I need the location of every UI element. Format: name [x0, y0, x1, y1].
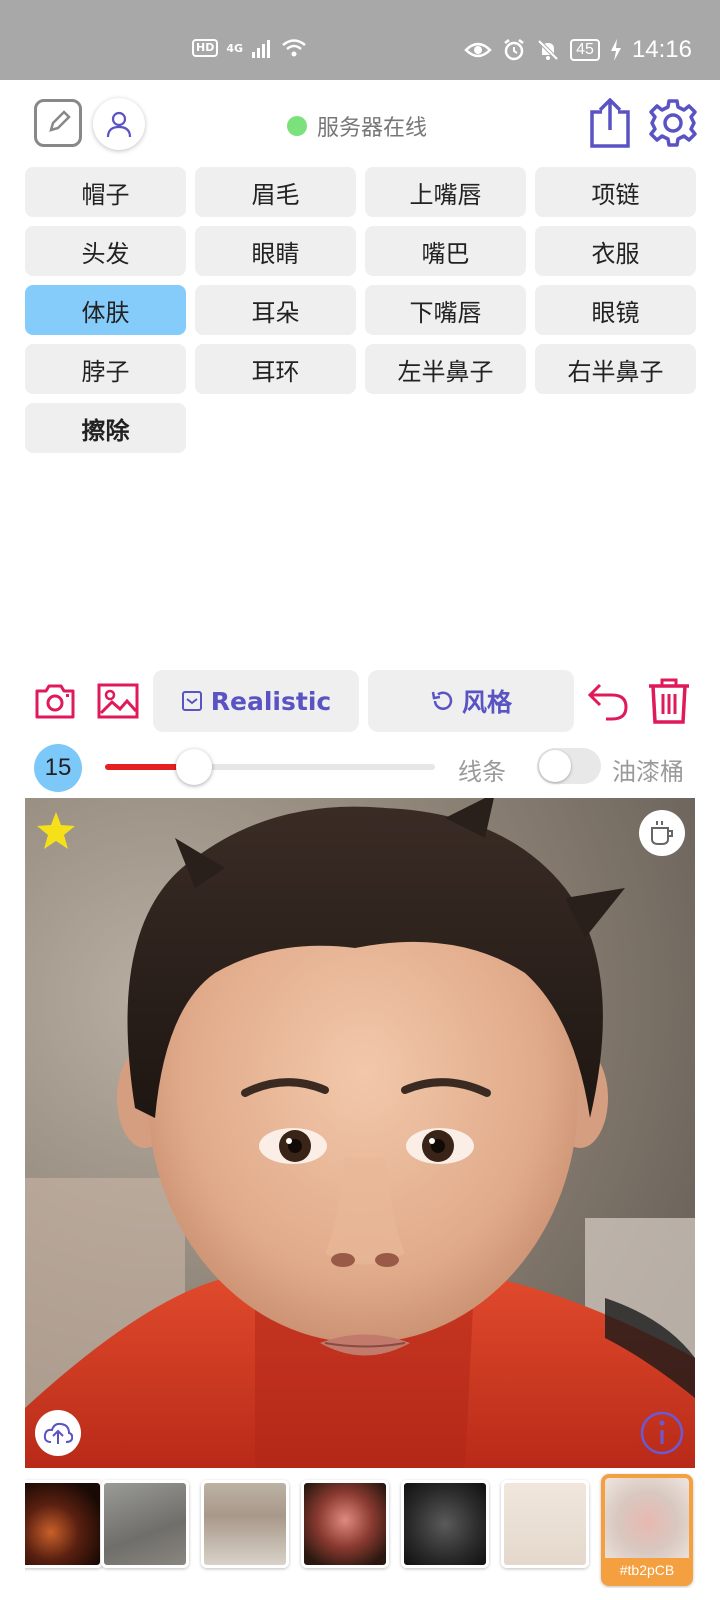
clock: 14:16 — [631, 36, 692, 63]
part-chip[interactable]: 帽子 — [25, 167, 186, 217]
mute-bell-icon — [537, 39, 559, 61]
part-chip[interactable]: 擦除 — [25, 403, 186, 453]
history-thumbnail[interactable] — [501, 1480, 589, 1568]
line-mode-label: 线条 — [458, 758, 506, 786]
generated-image-canvas[interactable] — [25, 798, 695, 1468]
brush-size-badge: 15 — [34, 744, 82, 792]
bucket-toggle[interactable] — [537, 748, 601, 784]
charging-icon — [610, 39, 621, 61]
battery-level: 45 — [570, 39, 600, 61]
part-chip[interactable]: 下嘴唇 — [365, 285, 526, 335]
drawing-toolbar: Realistic 风格 — [0, 668, 720, 734]
signal-icon — [252, 40, 271, 58]
brush-settings: 15 线条 油漆桶 — [0, 742, 720, 792]
part-chip[interactable]: 耳朵 — [195, 285, 356, 335]
upload-button[interactable] — [35, 1410, 81, 1456]
part-chip[interactable]: 左半鼻子 — [365, 344, 526, 394]
eye-icon — [464, 42, 492, 58]
alarm-icon — [504, 39, 524, 61]
part-chip[interactable]: 眉毛 — [195, 167, 356, 217]
user-button[interactable] — [93, 98, 145, 150]
part-chip[interactable]: 脖子 — [25, 344, 186, 394]
status-bar: HD 4G 45 14:16 — [0, 0, 720, 80]
part-chip[interactable]: 头发 — [25, 226, 186, 276]
edit-button[interactable] — [34, 99, 82, 147]
gear-icon[interactable] — [648, 98, 698, 148]
style-label: 风格 — [461, 688, 512, 717]
hd-badge: HD — [192, 39, 219, 57]
part-chip[interactable]: 上嘴唇 — [365, 167, 526, 217]
part-chip[interactable]: 体肤 — [25, 285, 186, 335]
realistic-mode-button[interactable]: Realistic — [153, 670, 359, 732]
cloud-upload-icon — [43, 1422, 73, 1444]
undo-icon[interactable] — [586, 679, 630, 723]
4g-badge: 4G — [226, 41, 244, 55]
info-icon[interactable] — [639, 1410, 685, 1456]
style-button[interactable]: 风格 — [368, 670, 574, 732]
share-icon[interactable] — [588, 98, 632, 148]
part-chip[interactable]: 眼睛 — [195, 226, 356, 276]
thumbnail-preview — [605, 1478, 689, 1566]
part-chip[interactable]: 耳环 — [195, 344, 356, 394]
history-thumbnail[interactable] — [25, 1480, 103, 1568]
rotate-icon — [431, 691, 453, 710]
part-chip[interactable]: 衣服 — [535, 226, 696, 276]
history-thumbnail[interactable] — [401, 1480, 489, 1568]
camera-icon[interactable] — [33, 679, 77, 723]
history-thumbnail[interactable] — [201, 1480, 289, 1568]
bucket-mode-label: 油漆桶 — [612, 758, 684, 786]
coffee-cup-icon — [651, 821, 673, 845]
server-status-dot — [287, 116, 307, 136]
network-indicators: HD 4G — [192, 38, 307, 58]
history-thumbnail[interactable] — [301, 1480, 389, 1568]
server-status: 服务器在线 — [287, 110, 427, 142]
server-status-label: 服务器在线 — [317, 116, 428, 141]
image-icon[interactable] — [96, 679, 140, 723]
portrait-image — [25, 798, 695, 1468]
favorite-star-icon[interactable] — [35, 810, 77, 852]
pen-square-icon — [49, 110, 71, 132]
history-thumbnail-selected[interactable]: #tb2pCB — [601, 1474, 693, 1586]
trash-icon[interactable] — [646, 676, 692, 724]
toggle-knob — [539, 750, 571, 782]
user-icon — [106, 111, 132, 138]
wifi-icon — [282, 39, 306, 57]
part-chip[interactable]: 眼镜 — [535, 285, 696, 335]
history-thumbnail[interactable] — [101, 1480, 189, 1568]
coffee-button[interactable] — [639, 810, 685, 856]
parts-grid: 帽子 眉毛 上嘴唇 项链头发 眼睛 嘴巴 衣服体肤 耳朵 下嘴唇 眼镜脖子 耳环 左半鼻子 右半鼻子擦除 — [25, 167, 696, 453]
top-bar: 服务器在线 — [0, 80, 720, 170]
slider-thumb[interactable] — [176, 749, 213, 785]
part-chip[interactable]: 项链 — [535, 167, 696, 217]
thumbnail-tag: #tb2pCB — [605, 1558, 689, 1582]
realistic-mode-label: Realistic — [210, 686, 332, 716]
checkbox-icon — [181, 691, 202, 711]
history-strip[interactable]: #tb2pCB — [25, 1470, 720, 1588]
brush-size-slider[interactable] — [105, 749, 435, 785]
status-right: 45 14:16 — [464, 36, 692, 64]
part-chip[interactable]: 右半鼻子 — [535, 344, 696, 394]
part-chip[interactable]: 嘴巴 — [365, 226, 526, 276]
